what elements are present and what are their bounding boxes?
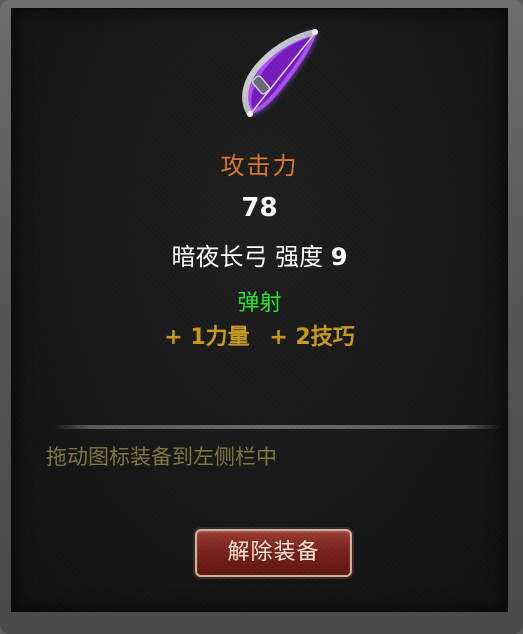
item-name-line: 暗夜长弓 强度 9: [12, 237, 507, 272]
stat-name: 攻击力: [220, 152, 299, 180]
strength-label: 强度: [275, 243, 324, 271]
item-bonuses: + 1力量 + 2技巧: [12, 319, 507, 351]
tooltip-frame: 攻击力 78 暗夜长弓 强度 9 弹射 + 1力量 + 2技巧 拖动图标装备到左…: [0, 0, 523, 634]
bonus-skill: + 2技巧: [269, 325, 355, 350]
item-tooltip-panel: 攻击力 78 暗夜长弓 强度 9 弹射 + 1力量 + 2技巧 拖动图标装备到左…: [11, 8, 508, 612]
equip-hint: 拖动图标装备到左侧栏中: [46, 445, 277, 469]
unequip-button[interactable]: 解除装备: [195, 529, 352, 577]
item-effect: 弹射: [237, 291, 282, 316]
strength-value: 9: [330, 243, 348, 271]
bow-icon[interactable]: [222, 24, 322, 124]
divider: [54, 425, 500, 429]
stat-value: 78: [241, 193, 278, 223]
item-name: 暗夜长弓: [171, 243, 268, 271]
bonus-strength: + 1力量: [164, 325, 250, 350]
